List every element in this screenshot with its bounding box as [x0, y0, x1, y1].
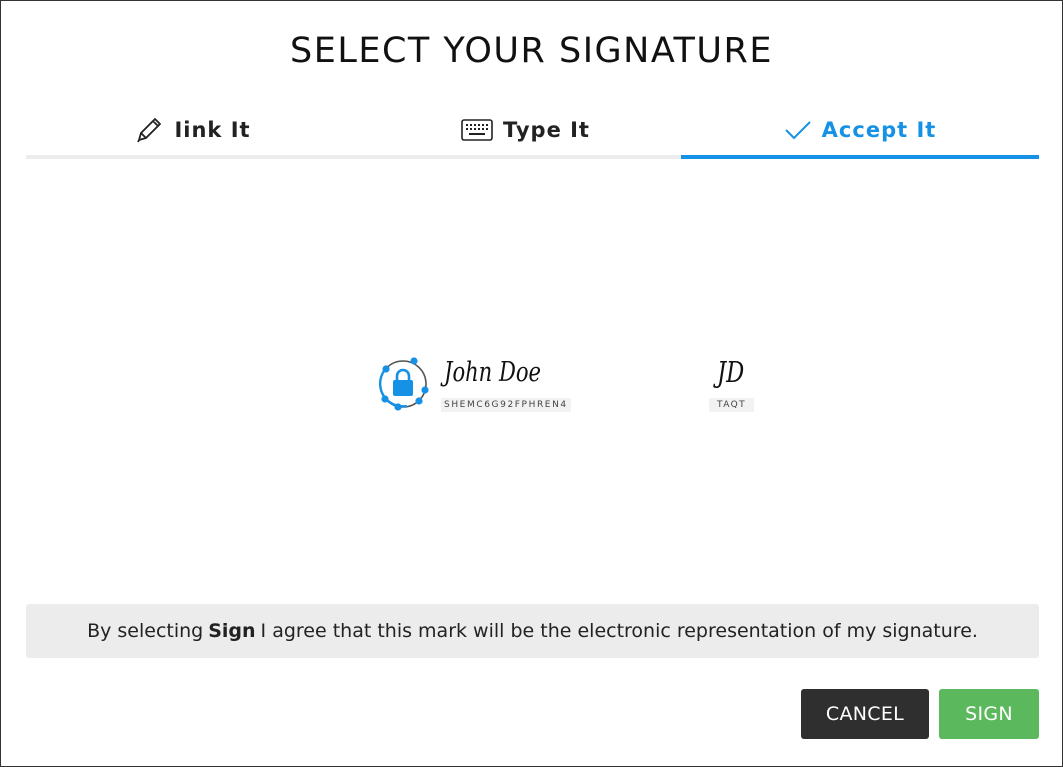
signature-code: SHEMC6G92FPHREN4	[441, 398, 571, 412]
signature-name[interactable]: John Doe	[444, 357, 541, 388]
initials-signature[interactable]: JD	[717, 355, 744, 389]
tab-label: Type It	[503, 118, 590, 142]
signature-tabs: Iink It Type It Accept It	[26, 105, 1039, 159]
tab-label: Accept It	[821, 118, 937, 142]
initials-code: TAQT	[709, 398, 754, 412]
sign-button[interactable]: SIGN	[939, 689, 1039, 739]
signature-dialog: SELECT YOUR SIGNATURE Iink It Type It Ac…	[0, 0, 1063, 767]
tab-label: Iink It	[174, 118, 251, 142]
tab-ink-it[interactable]: Iink It	[26, 105, 359, 155]
keyboard-icon	[461, 119, 493, 141]
cancel-button[interactable]: CANCEL	[801, 689, 929, 739]
signature-preview: John Doe SHEMC6G92FPHREN4 JD TAQT	[1, 351, 1062, 421]
dialog-title: SELECT YOUR SIGNATURE	[290, 31, 773, 71]
consent-prefix: By selecting	[87, 620, 204, 642]
consent-suffix: I agree that this mark will be the elect…	[260, 620, 978, 642]
secure-lock-icon	[377, 353, 431, 411]
checkmark-icon	[784, 119, 812, 141]
tab-accept-it[interactable]: Accept It	[681, 105, 1039, 155]
pencil-icon	[134, 116, 164, 144]
consent-notice: By selecting Sign I agree that this mark…	[26, 604, 1039, 658]
tab-type-it[interactable]: Type It	[359, 105, 692, 155]
active-tab-indicator	[681, 155, 1039, 159]
consent-keyword: Sign	[208, 620, 256, 642]
